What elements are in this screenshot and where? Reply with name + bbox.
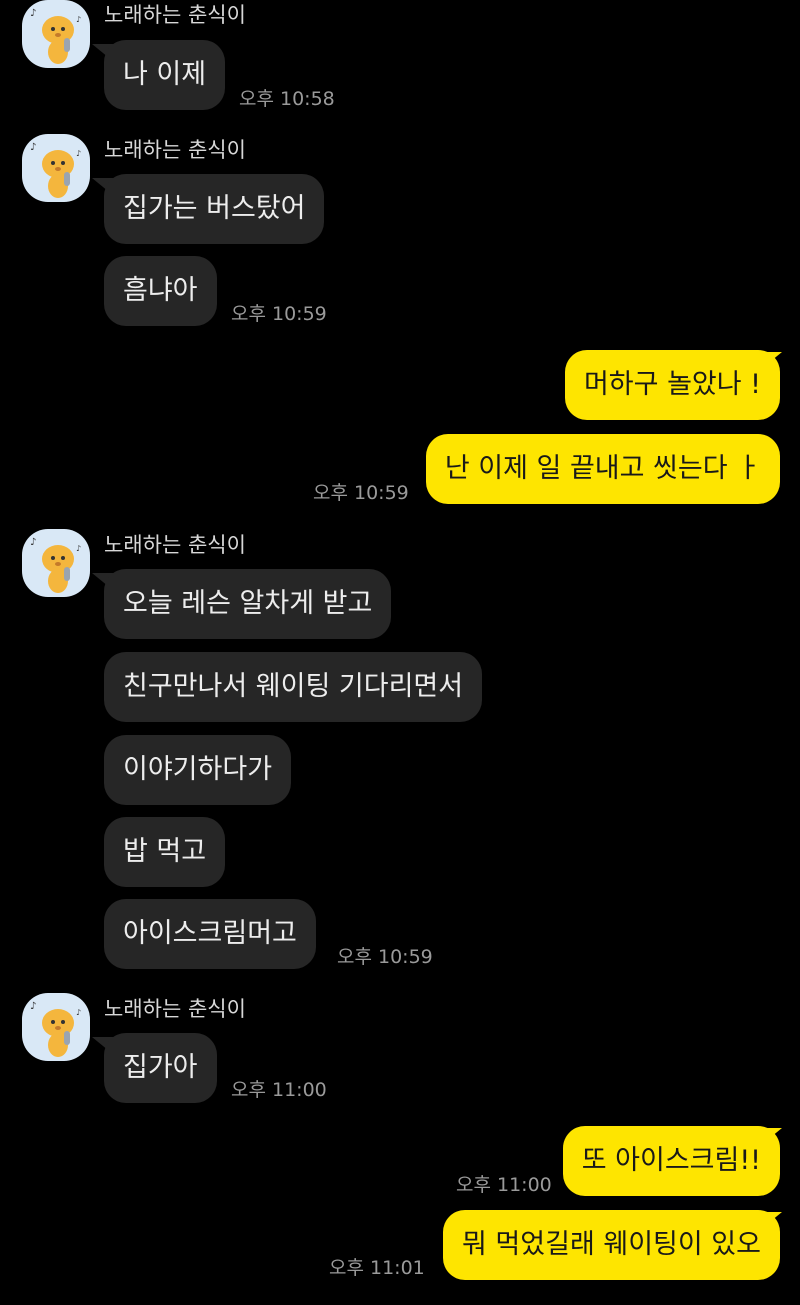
message-time: 오후 10:59 <box>337 946 433 968</box>
message-bubble[interactable]: 난 이제 일 끝내고 씻는다 ㅏ <box>425 434 780 504</box>
singing-chunsik-icon: ♪ ♪ <box>30 1001 81 1057</box>
message-bubble[interactable]: 이야기하다가 <box>104 735 292 805</box>
svg-text:♪: ♪ <box>76 149 81 158</box>
message-bubble[interactable]: 집가아 <box>104 1033 217 1103</box>
avatar-singing-chunsik-icon[interactable]: ♪ ♪ <box>22 0 90 68</box>
message-bubble[interactable]: 또 아이스크림!! <box>562 1126 780 1196</box>
message-time: 오후 11:00 <box>231 1079 327 1101</box>
message-bubble[interactable]: 오늘 레슨 알차게 받고 <box>104 569 392 639</box>
svg-text:♪: ♪ <box>30 537 36 548</box>
message-bubble[interactable]: 흠냐아 <box>104 256 217 326</box>
svg-text:♪: ♪ <box>30 1001 36 1012</box>
message-bubble[interactable]: 집가는 버스탔어 <box>104 174 325 244</box>
sender-name: 노래하는 춘식이 <box>104 533 246 557</box>
message-time: 오후 10:59 <box>313 482 409 504</box>
message-bubble[interactable]: 뭐 먹었길래 웨이팅이 있오 <box>443 1210 780 1280</box>
sender-name: 노래하는 춘식이 <box>104 138 246 162</box>
sender-name: 노래하는 춘식이 <box>104 997 246 1021</box>
svg-text:♪: ♪ <box>30 142 36 153</box>
avatar-singing-chunsik-icon[interactable]: ♪ ♪ <box>22 529 90 597</box>
avatar-singing-chunsik-icon[interactable]: ♪ ♪ <box>22 993 90 1061</box>
svg-text:♪: ♪ <box>76 544 81 553</box>
avatar-singing-chunsik-icon[interactable]: ♪ ♪ <box>22 134 90 202</box>
message-bubble[interactable]: 아이스크림머고 <box>104 899 316 969</box>
message-time: 오후 10:58 <box>239 88 335 110</box>
message-time: 오후 11:01 <box>329 1257 425 1279</box>
message-bubble[interactable]: 머하구 놀았나 ! <box>564 350 780 420</box>
svg-text:♪: ♪ <box>76 15 81 24</box>
message-time: 오후 10:59 <box>231 303 327 325</box>
message-bubble[interactable]: 밥 먹고 <box>104 817 226 887</box>
message-bubble[interactable]: 친구만나서 웨이팅 기다리면서 <box>104 652 483 722</box>
message-time: 오후 11:00 <box>456 1174 552 1196</box>
svg-text:♪: ♪ <box>30 8 36 19</box>
sender-name: 노래하는 춘식이 <box>104 3 246 27</box>
message-bubble[interactable]: 나 이제 <box>104 40 226 110</box>
singing-chunsik-icon: ♪ ♪ <box>30 142 81 198</box>
singing-chunsik-icon: ♪ ♪ <box>30 537 81 593</box>
singing-chunsik-icon: ♪ ♪ <box>30 8 81 64</box>
svg-text:♪: ♪ <box>76 1008 81 1017</box>
